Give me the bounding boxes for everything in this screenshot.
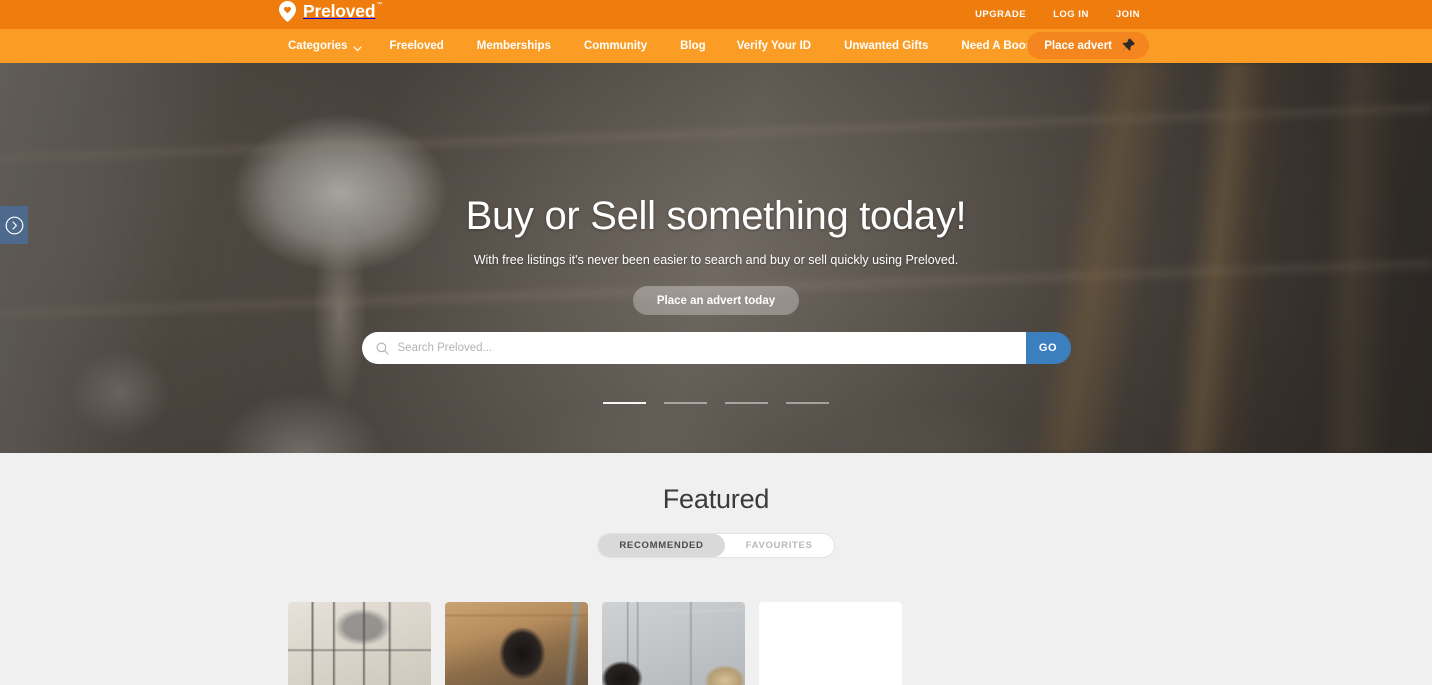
carousel-prev-button[interactable] — [0, 206, 28, 244]
nav-item-verify-your-id[interactable]: Verify Your ID — [737, 40, 811, 52]
top-link-upgrade[interactable]: UPGRADE — [975, 9, 1026, 20]
nav-item-label: Categories — [288, 40, 348, 52]
carousel-indicator-4[interactable] — [786, 402, 829, 404]
featured-card-dogs[interactable] — [602, 602, 745, 685]
logo-text: Preloved — [303, 1, 376, 21]
nav-item-community[interactable]: Community — [584, 40, 647, 52]
logo-wordmark: Preloved ™ — [303, 1, 383, 22]
nav-item-freeloved[interactable]: Freeloved — [389, 40, 443, 52]
nav-item-unwanted-gifts[interactable]: Unwanted Gifts — [844, 40, 928, 52]
hero-title: Buy or Sell something today! — [465, 194, 967, 238]
top-link-join[interactable]: JOIN — [1116, 9, 1140, 20]
featured-card-placeholder[interactable] — [759, 602, 902, 685]
featured-heading: Featured — [662, 484, 770, 514]
place-advert-today-button[interactable]: Place an advert today — [632, 286, 800, 315]
listing-thumbnail — [602, 602, 745, 685]
chevron-down-icon — [353, 43, 363, 52]
carousel-indicator-1[interactable] — [603, 402, 646, 404]
tab-recommended[interactable]: RECOMMENDED — [598, 534, 725, 557]
search-submit-button[interactable]: GO — [1025, 332, 1071, 364]
listing-thumbnail-empty — [759, 602, 902, 685]
main-navigation-bar: Categories Freeloved Memberships Communi… — [0, 29, 1432, 63]
featured-section: Featured RECOMMENDED FAVOURITES — [0, 453, 1432, 685]
place-advert-label: Place advert — [1044, 39, 1112, 52]
heart-pin-icon — [279, 1, 296, 22]
nav-item-blog[interactable]: Blog — [680, 40, 706, 52]
search-input[interactable] — [397, 332, 1026, 364]
site-logo[interactable]: Preloved ™ — [279, 1, 383, 22]
top-utility-bar: Preloved ™ UPGRADE LOG IN JOIN — [0, 0, 1432, 29]
carousel-indicator-3[interactable] — [725, 402, 768, 404]
nav-item-list: Categories Freeloved Memberships Communi… — [288, 29, 1076, 63]
top-link-log-in[interactable]: LOG IN — [1053, 9, 1089, 20]
search-icon — [376, 342, 389, 355]
chevron-right-circle-icon — [5, 216, 24, 235]
pushpin-icon — [1121, 38, 1136, 53]
carousel-indicator-2[interactable] — [664, 402, 707, 404]
tab-favourites[interactable]: FAVOURITES — [725, 534, 834, 557]
featured-tab-group: RECOMMENDED FAVOURITES — [597, 533, 835, 558]
nav-item-memberships[interactable]: Memberships — [477, 40, 551, 52]
search-box — [361, 332, 1026, 364]
listing-thumbnail — [288, 602, 431, 685]
hero-subtitle: With free listings it's never been easie… — [473, 253, 959, 267]
place-advert-button[interactable]: Place advert — [1027, 32, 1149, 59]
hero-carousel: Buy or Sell something today! With free l… — [0, 63, 1432, 453]
hero-search-row: GO — [0, 332, 1432, 364]
nav-item-categories[interactable]: Categories — [288, 40, 363, 52]
listing-thumbnail — [445, 602, 588, 685]
hero-content: Buy or Sell something today! With free l… — [0, 196, 1432, 364]
trademark-symbol: ™ — [376, 2, 383, 8]
featured-card-poodle[interactable] — [445, 602, 588, 685]
carousel-indicators — [0, 402, 1432, 404]
featured-card-list — [288, 602, 902, 685]
top-utility-links: UPGRADE LOG IN JOIN — [975, 0, 1140, 29]
featured-card-bird-cage[interactable] — [288, 602, 431, 685]
